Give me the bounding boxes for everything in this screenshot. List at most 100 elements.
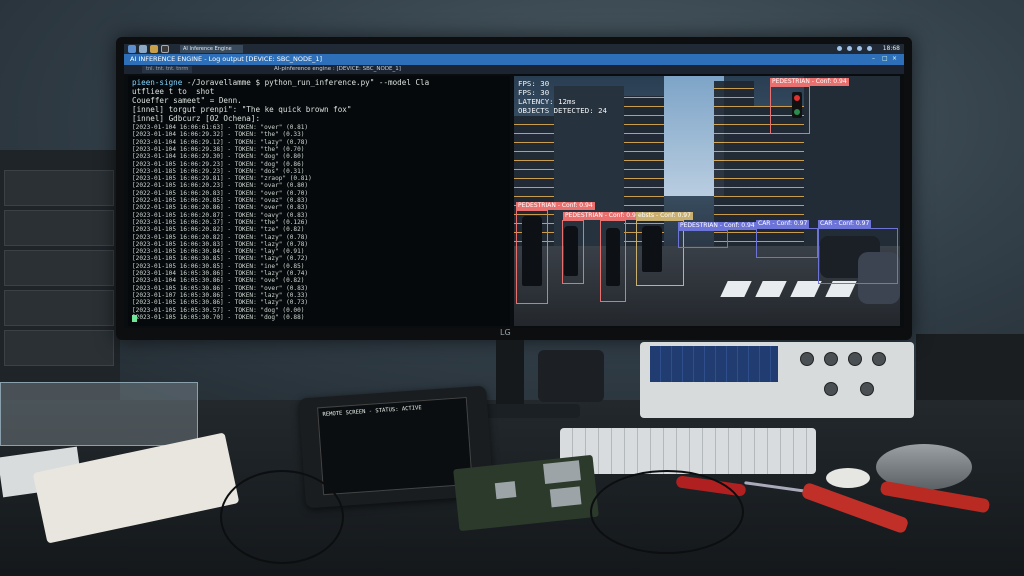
storage-bin — [4, 330, 114, 366]
storage-bin — [4, 170, 114, 206]
storage-shelf — [0, 150, 120, 410]
token-log-line: [2023-01-105 16:06:30.84] - TOKEN: "lay"… — [132, 248, 305, 256]
handheld-status: REMOTE SCREEN - STATUS: ACTIVE — [322, 405, 422, 419]
detection-label: PEDESTRIAN - Conf: 0.94 — [770, 78, 849, 86]
maximize-icon[interactable]: □ — [882, 56, 888, 62]
keyboard[interactable] — [560, 428, 816, 474]
sbc-chip — [494, 481, 517, 500]
detection-box: PEDESTRIAN - Conf: 0.94 — [563, 212, 642, 302]
latency-readout: LATENCY: 12ms — [518, 97, 576, 106]
token-log-line: [2023-01-107 16:05:30.86] - TOKEN: "lazy… — [132, 291, 309, 299]
token-log-line: [2023-01-105 16:06:29.81] - TOKEN: "zrao… — [132, 175, 312, 183]
detection-label: PEDESTRIAN - Conf: 0.94 — [516, 202, 595, 210]
token-log-line: [2023-01-104 16:06:29.32] - TOKEN: "the"… — [132, 131, 305, 139]
monitor-stand — [496, 340, 524, 410]
prompt-command: -/Joravellamme $ python_run_inference.py… — [186, 78, 430, 87]
knob-icon[interactable] — [872, 352, 886, 366]
token-log-line: [2023-01-104 16:06:29.30] - TOKEN: "dog"… — [132, 153, 305, 161]
detection-label: ebsts - Conf: 0.97 — [636, 212, 693, 220]
wifi-icon[interactable] — [857, 46, 862, 51]
knob-icon[interactable] — [848, 352, 862, 366]
token-log-line: [2023-01-105 16:05:30.57] - TOKEN: "dog"… — [132, 306, 305, 314]
window-menubar: tnl. tnt. tnt. tnrrn AI-pinference engin… — [124, 65, 904, 74]
storage-bin — [4, 210, 114, 246]
monitor-brand-logo: LG — [500, 328, 511, 337]
knob-icon[interactable] — [824, 352, 838, 366]
token-log-line: [2022-01-105 16:06:20.83] - TOKEN: "over… — [132, 189, 309, 197]
cable — [220, 470, 344, 564]
token-log-line: [2023-01-105 16:06:30.85] - TOKEN: "lazy… — [132, 255, 309, 263]
oscilloscope-screen — [650, 346, 778, 382]
webcam — [538, 350, 604, 402]
bluetooth-icon[interactable] — [847, 46, 852, 51]
browser-icon[interactable] — [139, 45, 147, 53]
token-log-line: [2023-01-104 16:05:30.86] - TOKEN: "lazy… — [132, 270, 309, 277]
window-titlebar[interactable]: AI INFERENCE ENGINE - Log output [DEVICE… — [124, 54, 904, 65]
terminal-header-line: pieen-signe -/Joravellamme $ python_run_… — [132, 78, 429, 87]
token-log-line: [2023-01-105 16:05:30.86] - TOKEN: "over… — [132, 284, 309, 292]
window-subtitle: AI-pinference engine : [DEVICE: SBC_NODE… — [274, 66, 401, 72]
token-log-line: [2023-01-105 16:06:29.23] - TOKEN: "dog"… — [132, 160, 305, 168]
token-log-line: [2023-01-105 16:05:30.70] - TOKEN: "dog"… — [132, 313, 305, 321]
detection-label: PEDESTRIAN - Conf: 0.94 — [563, 212, 642, 220]
close-icon[interactable]: × — [892, 56, 898, 62]
detection-box: PEDESTRIAN - Conf: 0.94 — [516, 202, 595, 304]
detection-label: PEDESTRIAN - Conf: 0.94 — [678, 222, 757, 230]
monitor-screen: AI Inference Engine 18:68 AI INFERENCE E… — [124, 44, 904, 328]
folder-icon[interactable] — [150, 45, 158, 53]
token-log-line: [2023-01-104 16:06:29.38] - TOKEN: "the"… — [132, 145, 305, 153]
handheld-screen: REMOTE SCREEN - STATUS: ACTIVE — [317, 396, 473, 496]
minimize-icon[interactable]: – — [872, 56, 878, 62]
prompt-user: pieen-signe — [132, 78, 183, 87]
usb-port — [543, 460, 581, 484]
terminal-header-line: [innel] Gdbcurz [02 Ochena]: — [132, 114, 261, 123]
start-menu-icon[interactable] — [128, 45, 136, 53]
detection-box: PEDESTRIAN - Conf: 0.94 — [678, 222, 757, 248]
terminal-icon[interactable] — [161, 45, 169, 53]
token-log-line: [2023-01-105 16:06:20.82] - TOKEN: "lazy… — [132, 233, 309, 241]
detection-label: CAR - Conf: 0.97 — [756, 220, 810, 228]
terminal-tab[interactable]: tnl. tnt. tnt. tnrrn — [142, 66, 193, 73]
inference-stats: FPS: 30 FPS: 30 LATENCY: 12ms OBJECTS DE… — [518, 79, 607, 115]
token-log-line: [2023-01-105 16:06:20.37] - TOKEN: "the"… — [132, 218, 309, 226]
ethernet-port — [549, 486, 582, 508]
taskbar-task-inference[interactable]: AI Inference Engine — [180, 45, 243, 53]
camera-feed: PEDESTRIAN - Conf: 0.94 PEDESTRIAN - Con… — [514, 76, 900, 326]
terminal-cursor — [132, 315, 137, 322]
network-icon[interactable] — [837, 46, 842, 51]
detection-box — [562, 220, 584, 284]
terminal-header-line: [innel] torgut prenpi": "The ke quick br… — [132, 105, 352, 114]
objects-detected-readout: OBJECTS DETECTED: 24 — [518, 106, 607, 115]
knob-icon[interactable] — [860, 382, 874, 396]
terminal-pane[interactable]: pieen-signe -/Joravellamme $ python_run_… — [128, 76, 510, 326]
token-log-line: [2022-01-105 16:06:20.23] - TOKEN: "ovar… — [132, 182, 309, 190]
detection-label: CAR - Conf: 0.97 — [818, 220, 872, 228]
knob-icon[interactable] — [824, 382, 838, 396]
fps-readout: FPS: 30 — [518, 88, 550, 97]
storage-bin — [4, 290, 114, 326]
token-log-line: [2023-01-104 16:06:61:63] - TOKEN: "over… — [132, 124, 309, 131]
token-log-line: [2023-01-105 16:06:20.87] - TOKEN: "oavy… — [132, 211, 309, 219]
desktop-taskbar: AI Inference Engine 18:68 — [124, 44, 904, 54]
token-log-line: [2022-01-105 16:06:20.85] - TOKEN: "ovaz… — [132, 197, 309, 204]
storage-bin — [4, 250, 114, 286]
token-log-line: [2023-01-104 16:05:30.86] - TOKEN: "ove"… — [132, 277, 305, 285]
fps-readout: FPS: 30 — [518, 79, 550, 88]
terminal-header-line: Coueffer sameet" = Denn. — [132, 96, 242, 105]
window-title: AI INFERENCE ENGINE - Log output [DEVICE… — [130, 55, 322, 63]
oscilloscope — [640, 342, 914, 418]
component-tray — [0, 382, 198, 446]
token-log-line: [2023-01-185 16:06:29.23] - TOKEN: "dos"… — [132, 167, 305, 175]
volume-icon[interactable] — [867, 46, 872, 51]
detection-box: CAR - Conf: 0.97 — [756, 220, 818, 258]
detection-box: ebsts - Conf: 0.97 — [636, 212, 693, 286]
taskbar-clock[interactable]: 18:68 — [883, 44, 900, 54]
token-log-line: [2023-01-105 16:06:30.85] - TOKEN: "ine"… — [132, 262, 305, 270]
token-log-line: [2022-01-105 16:06:20.86] - TOKEN: "over… — [132, 204, 309, 212]
cable — [590, 470, 744, 554]
detection-box: PEDESTRIAN - Conf: 0.94 — [770, 78, 849, 134]
detection-box: CAR - Conf: 0.97 — [818, 220, 898, 284]
token-log-line: [2023-01-105 16:06:20.82] - TOKEN: "tze"… — [132, 226, 305, 234]
token-log-line: [2023-01-105 16:06:30.83] - TOKEN: "lazy… — [132, 240, 309, 248]
knob-icon[interactable] — [800, 352, 814, 366]
